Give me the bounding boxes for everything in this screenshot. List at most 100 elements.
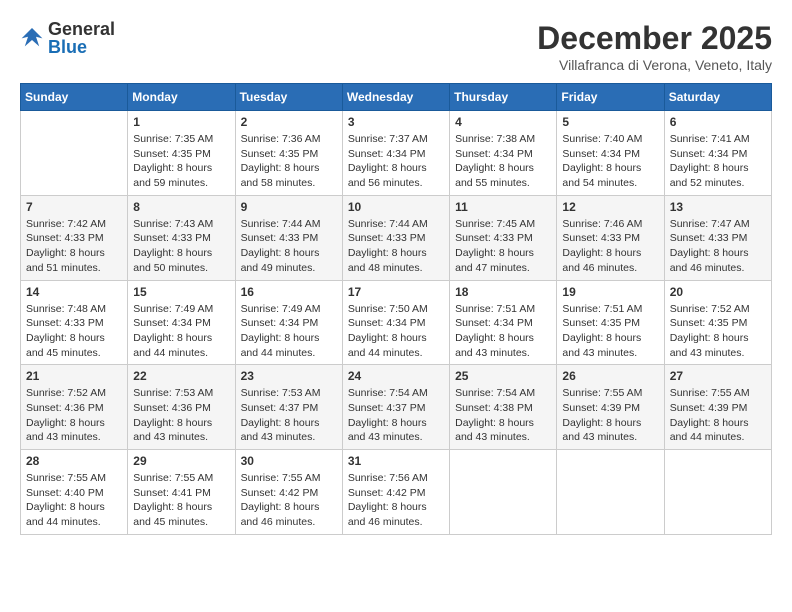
calendar: SundayMondayTuesdayWednesdayThursdayFrid… [20, 83, 772, 535]
day-info: Sunrise: 7:44 AM Sunset: 4:33 PM Dayligh… [348, 217, 444, 276]
calendar-cell: 2 Sunrise: 7:36 AM Sunset: 4:35 PM Daylig… [235, 111, 342, 196]
calendar-body: 1 Sunrise: 7:35 AM Sunset: 4:35 PM Daylig… [21, 111, 772, 535]
calendar-cell: 15Sunrise: 7:49 AM Sunset: 4:34 PM Dayli… [128, 280, 235, 365]
day-info: Sunrise: 7:55 AM Sunset: 4:39 PM Dayligh… [562, 386, 658, 445]
calendar-cell [450, 450, 557, 535]
logo-bird-icon [20, 24, 44, 48]
day-info: Sunrise: 7:55 AM Sunset: 4:39 PM Dayligh… [670, 386, 766, 445]
week-row-0: 1 Sunrise: 7:35 AM Sunset: 4:35 PM Daylig… [21, 111, 772, 196]
calendar-cell: 19 Sunrise: 7:51 AM Sunset: 4:35 PM Dayli… [557, 280, 664, 365]
weekday-header-monday: Monday [128, 84, 235, 111]
calendar-cell [557, 450, 664, 535]
day-number: 27 [670, 369, 766, 383]
calendar-cell: 1 Sunrise: 7:35 AM Sunset: 4:35 PM Daylig… [128, 111, 235, 196]
day-info: Sunrise: 7:42 AM Sunset: 4:33 PM Dayligh… [26, 217, 122, 276]
calendar-cell: 20 Sunrise: 7:52 AM Sunset: 4:35 PM Dayli… [664, 280, 771, 365]
calendar-cell [664, 450, 771, 535]
day-number: 16 [241, 285, 337, 299]
logo-general-text: General [48, 20, 115, 38]
calendar-cell: 29 Sunrise: 7:55 AM Sunset: 4:41 PM Dayli… [128, 450, 235, 535]
weekday-header-wednesday: Wednesday [342, 84, 449, 111]
week-row-3: 21 Sunrise: 7:52 AM Sunset: 4:36 PM Dayli… [21, 365, 772, 450]
calendar-cell: 3Sunrise: 7:37 AM Sunset: 4:34 PM Daylig… [342, 111, 449, 196]
day-info: Sunrise: 7:54 AM Sunset: 4:38 PM Dayligh… [455, 386, 551, 445]
day-number: 13 [670, 200, 766, 214]
day-info: Sunrise: 7:52 AM Sunset: 4:35 PM Dayligh… [670, 302, 766, 361]
day-number: 22 [133, 369, 229, 383]
calendar-cell: 27 Sunrise: 7:55 AM Sunset: 4:39 PM Dayli… [664, 365, 771, 450]
calendar-cell: 23Sunrise: 7:53 AM Sunset: 4:37 PM Dayli… [235, 365, 342, 450]
day-number: 18 [455, 285, 551, 299]
calendar-cell: 18 Sunrise: 7:51 AM Sunset: 4:34 PM Dayli… [450, 280, 557, 365]
day-info: Sunrise: 7:41 AM Sunset: 4:34 PM Dayligh… [670, 132, 766, 191]
calendar-cell: 17 Sunrise: 7:50 AM Sunset: 4:34 PM Dayli… [342, 280, 449, 365]
calendar-cell: 5 Sunrise: 7:40 AM Sunset: 4:34 PM Daylig… [557, 111, 664, 196]
day-number: 21 [26, 369, 122, 383]
day-number: 9 [241, 200, 337, 214]
calendar-cell: 28Sunrise: 7:55 AM Sunset: 4:40 PM Dayli… [21, 450, 128, 535]
calendar-cell: 7 Sunrise: 7:42 AM Sunset: 4:33 PM Daylig… [21, 195, 128, 280]
calendar-cell: 9Sunrise: 7:44 AM Sunset: 4:33 PM Daylig… [235, 195, 342, 280]
day-number: 20 [670, 285, 766, 299]
weekday-header-tuesday: Tuesday [235, 84, 342, 111]
day-info: Sunrise: 7:37 AM Sunset: 4:34 PM Dayligh… [348, 132, 444, 191]
day-number: 7 [26, 200, 122, 214]
calendar-cell: 25 Sunrise: 7:54 AM Sunset: 4:38 PM Dayli… [450, 365, 557, 450]
subtitle: Villafranca di Verona, Veneto, Italy [537, 57, 772, 73]
day-info: Sunrise: 7:51 AM Sunset: 4:34 PM Dayligh… [455, 302, 551, 361]
calendar-cell: 10Sunrise: 7:44 AM Sunset: 4:33 PM Dayli… [342, 195, 449, 280]
day-info: Sunrise: 7:43 AM Sunset: 4:33 PM Dayligh… [133, 217, 229, 276]
calendar-cell: 14Sunrise: 7:48 AM Sunset: 4:33 PM Dayli… [21, 280, 128, 365]
week-row-1: 7 Sunrise: 7:42 AM Sunset: 4:33 PM Daylig… [21, 195, 772, 280]
title-area: December 2025 Villafranca di Verona, Ven… [537, 20, 772, 73]
day-info: Sunrise: 7:38 AM Sunset: 4:34 PM Dayligh… [455, 132, 551, 191]
day-number: 6 [670, 115, 766, 129]
day-info: Sunrise: 7:40 AM Sunset: 4:34 PM Dayligh… [562, 132, 658, 191]
day-number: 24 [348, 369, 444, 383]
day-number: 5 [562, 115, 658, 129]
day-number: 1 [133, 115, 229, 129]
day-info: Sunrise: 7:49 AM Sunset: 4:34 PM Dayligh… [241, 302, 337, 361]
day-info: Sunrise: 7:45 AM Sunset: 4:33 PM Dayligh… [455, 217, 551, 276]
day-number: 29 [133, 454, 229, 468]
day-number: 25 [455, 369, 551, 383]
day-info: Sunrise: 7:50 AM Sunset: 4:34 PM Dayligh… [348, 302, 444, 361]
day-info: Sunrise: 7:47 AM Sunset: 4:33 PM Dayligh… [670, 217, 766, 276]
day-number: 4 [455, 115, 551, 129]
day-number: 30 [241, 454, 337, 468]
day-info: Sunrise: 7:46 AM Sunset: 4:33 PM Dayligh… [562, 217, 658, 276]
day-info: Sunrise: 7:52 AM Sunset: 4:36 PM Dayligh… [26, 386, 122, 445]
day-info: Sunrise: 7:56 AM Sunset: 4:42 PM Dayligh… [348, 471, 444, 530]
day-number: 19 [562, 285, 658, 299]
day-number: 31 [348, 454, 444, 468]
day-number: 26 [562, 369, 658, 383]
day-info: Sunrise: 7:48 AM Sunset: 4:33 PM Dayligh… [26, 302, 122, 361]
day-info: Sunrise: 7:55 AM Sunset: 4:41 PM Dayligh… [133, 471, 229, 530]
week-row-4: 28Sunrise: 7:55 AM Sunset: 4:40 PM Dayli… [21, 450, 772, 535]
day-info: Sunrise: 7:36 AM Sunset: 4:35 PM Dayligh… [241, 132, 337, 191]
day-info: Sunrise: 7:35 AM Sunset: 4:35 PM Dayligh… [133, 132, 229, 191]
weekday-header-friday: Friday [557, 84, 664, 111]
day-number: 11 [455, 200, 551, 214]
calendar-cell: 12 Sunrise: 7:46 AM Sunset: 4:33 PM Dayli… [557, 195, 664, 280]
calendar-cell: 24Sunrise: 7:54 AM Sunset: 4:37 PM Dayli… [342, 365, 449, 450]
day-info: Sunrise: 7:51 AM Sunset: 4:35 PM Dayligh… [562, 302, 658, 361]
month-title: December 2025 [537, 20, 772, 57]
day-number: 12 [562, 200, 658, 214]
day-info: Sunrise: 7:53 AM Sunset: 4:36 PM Dayligh… [133, 386, 229, 445]
day-number: 17 [348, 285, 444, 299]
calendar-cell: 11 Sunrise: 7:45 AM Sunset: 4:33 PM Dayli… [450, 195, 557, 280]
calendar-header: SundayMondayTuesdayWednesdayThursdayFrid… [21, 84, 772, 111]
calendar-cell: 13 Sunrise: 7:47 AM Sunset: 4:33 PM Dayli… [664, 195, 771, 280]
day-number: 2 [241, 115, 337, 129]
calendar-cell: 4 Sunrise: 7:38 AM Sunset: 4:34 PM Daylig… [450, 111, 557, 196]
weekday-header-sunday: Sunday [21, 84, 128, 111]
logo-blue-text: Blue [48, 38, 115, 56]
day-number: 8 [133, 200, 229, 214]
calendar-cell: 26 Sunrise: 7:55 AM Sunset: 4:39 PM Dayli… [557, 365, 664, 450]
day-info: Sunrise: 7:55 AM Sunset: 4:42 PM Dayligh… [241, 471, 337, 530]
calendar-cell: 21 Sunrise: 7:52 AM Sunset: 4:36 PM Dayli… [21, 365, 128, 450]
header: General Blue December 2025 Villafranca d… [20, 20, 772, 73]
day-number: 23 [241, 369, 337, 383]
day-number: 28 [26, 454, 122, 468]
